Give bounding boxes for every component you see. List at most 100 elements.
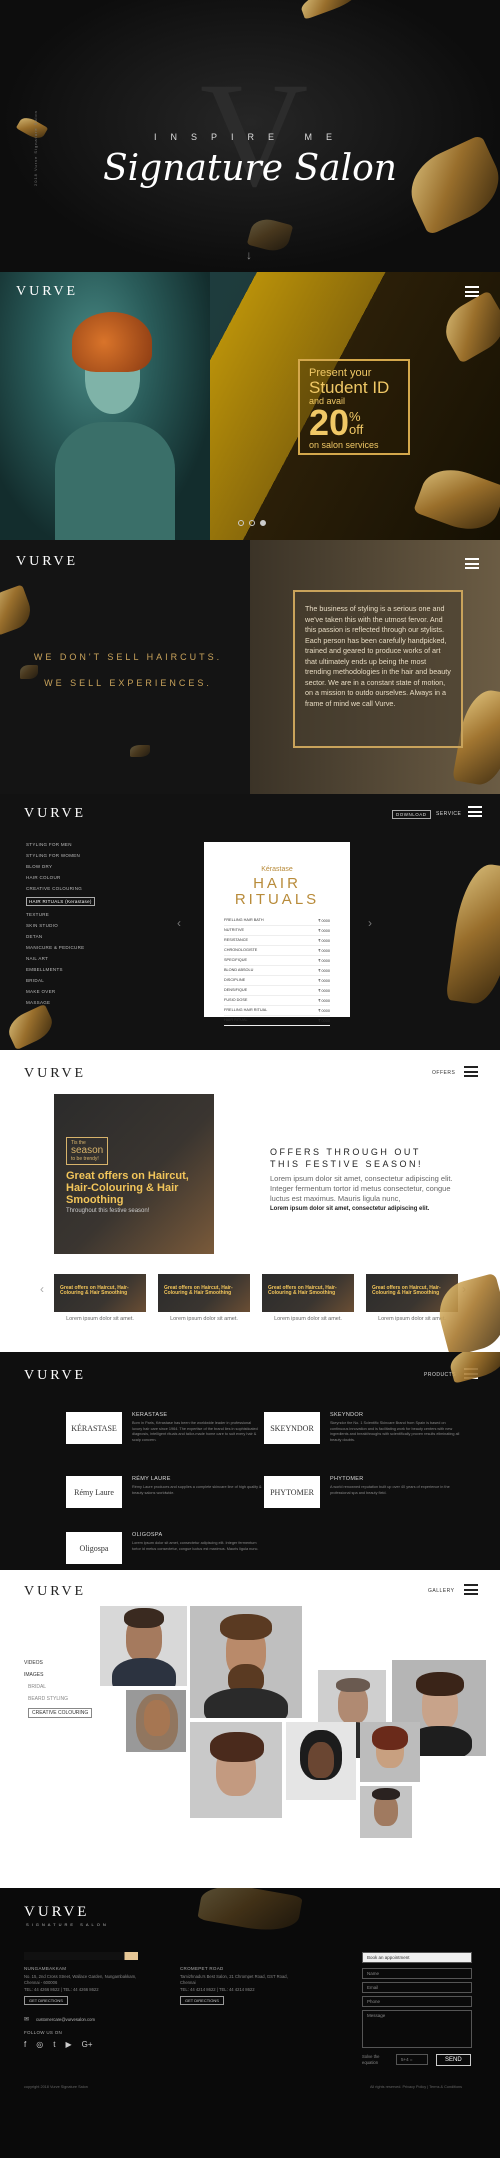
- menu-item-name: HAIR RITUAL: [224, 1018, 248, 1022]
- prev-arrow-icon[interactable]: ‹: [177, 916, 181, 930]
- service-item[interactable]: NAIL ART: [26, 956, 95, 961]
- logo-subtitle: SIGNATURE SALON: [26, 1922, 109, 1927]
- follow-label: FOLLOW US ON: [24, 2030, 63, 2035]
- gallery-photo[interactable]: [190, 1606, 302, 1718]
- service-item[interactable]: BLOW DRY: [26, 864, 95, 869]
- vurve-logo[interactable]: VURVE: [24, 1904, 89, 1921]
- menu-price-row: BLOND ABSOLU ₹ 0000: [224, 966, 330, 976]
- menu-price-row: FRELLING HAIR BATH ₹ 0000: [224, 916, 330, 926]
- service-item[interactable]: MANICURE & PEDICURE: [26, 945, 95, 950]
- section-label: SERVICE: [436, 811, 462, 817]
- offer-thumbnail[interactable]: Great offers on Haircut, Hair-Colouring …: [262, 1274, 354, 1322]
- gallery-filter-creative[interactable]: CREATIVE COLOURING: [28, 1708, 93, 1718]
- prev-arrow-icon[interactable]: ‹: [40, 1282, 44, 1296]
- send-button[interactable]: SEND: [436, 2054, 471, 2066]
- offer-banner-image[interactable]: Tis the season to be trendy! Great offers …: [54, 1094, 214, 1254]
- offer-banner-headline: Great offers on Haircut, Hair-Colouring …: [66, 1170, 189, 1206]
- next-arrow-icon[interactable]: ›: [368, 916, 372, 930]
- service-item[interactable]: DETAN: [26, 934, 95, 939]
- phone-field[interactable]: Phone: [362, 1996, 472, 2007]
- services-section: VURVE DOWNLOAD SERVICE STYLING FOR MEN ST…: [0, 794, 500, 1050]
- service-item[interactable]: SKIN STUDIO: [26, 923, 95, 928]
- offer-thumbnail-text: Great offers on Haircut, Hair-Colouring …: [60, 1285, 129, 1296]
- download-button[interactable]: DOWNLOAD: [392, 810, 431, 819]
- offer-line: Student ID: [309, 378, 390, 397]
- service-item[interactable]: CREATIVE COLOURING: [26, 886, 95, 891]
- gold-swirl-decoration: [130, 745, 150, 757]
- menu-price-row: DENSIFIQUE ₹ 0000: [224, 986, 330, 996]
- offer-percent: 20: [309, 402, 350, 443]
- gallery-photo[interactable]: [360, 1722, 420, 1782]
- mail-icon: ✉: [24, 2017, 30, 2023]
- scroll-down-icon[interactable]: ↓: [246, 248, 252, 262]
- vurve-logo[interactable]: VURVE: [16, 284, 78, 300]
- vurve-logo[interactable]: VURVE: [24, 806, 86, 822]
- product-name: PHYTOMER: [330, 1476, 364, 1482]
- contact-email[interactable]: customercare@vurvesalon.com: [36, 2017, 95, 2023]
- menu-price-row: DISCIPLINE ₹ 0000: [224, 976, 330, 986]
- name-field[interactable]: Name: [362, 1968, 472, 1979]
- slider-dot[interactable]: [249, 520, 255, 526]
- service-item[interactable]: STYLING FOR MEN: [26, 842, 95, 847]
- service-item[interactable]: HAIR COLOUR: [26, 875, 95, 880]
- menu-icon[interactable]: [465, 558, 479, 569]
- menu-item-price: ₹ 0000: [318, 1009, 330, 1013]
- menu-icon[interactable]: [468, 806, 482, 817]
- menu-icon[interactable]: [464, 1584, 478, 1595]
- vurve-logo[interactable]: VURVE: [24, 1368, 86, 1384]
- hero-side-text: 2018 Vurve Signature Salon: [33, 110, 38, 186]
- gallery-filter-bridal[interactable]: BRIDAL: [28, 1684, 92, 1690]
- email-field[interactable]: Email: [362, 1982, 472, 1993]
- section-label: OFFERS: [432, 1070, 456, 1076]
- vurve-logo[interactable]: VURVE: [24, 1584, 86, 1600]
- captcha-field[interactable]: 5+4 =: [396, 2054, 428, 2065]
- slider-dot[interactable]: [260, 520, 266, 526]
- rights-text: All rights reserved. Privacy Policy | Te…: [370, 2085, 463, 2089]
- menu-price-row: FUSIO DOSE ₹ 0000: [224, 996, 330, 1006]
- vurve-logo[interactable]: VURVE: [16, 554, 78, 570]
- menu-icon[interactable]: [464, 1066, 478, 1077]
- google-plus-icon[interactable]: G+: [82, 2040, 93, 2049]
- social-links: f ◎ t ▶ G+: [24, 2040, 93, 2049]
- services-list: STYLING FOR MEN STYLING FOR WOMEN BLOW DRY…: [26, 842, 95, 1005]
- menu-icon[interactable]: [465, 286, 479, 297]
- menu-item-name: BLOND ABSOLU: [224, 968, 254, 972]
- gallery-filter-beard[interactable]: BEARD STYLING: [28, 1696, 92, 1702]
- instagram-icon[interactable]: ◎: [36, 2040, 43, 2049]
- service-item[interactable]: MASSAGE: [26, 1000, 95, 1005]
- gallery-photo[interactable]: [286, 1722, 356, 1800]
- gallery-filter-images[interactable]: IMAGES: [24, 1672, 92, 1678]
- offer-thumbnail[interactable]: Great offers on Haircut, Hair-Colouring …: [54, 1274, 146, 1322]
- student-offer-box: Present your Student ID and avail 20% off…: [298, 359, 410, 455]
- message-field[interactable]: Message: [362, 2010, 472, 2048]
- get-directions-button[interactable]: GET DIRECTIONS: [24, 1996, 68, 2005]
- twitter-icon[interactable]: t: [53, 2040, 55, 2049]
- facebook-icon[interactable]: f: [24, 2040, 26, 2049]
- gallery-photo[interactable]: [360, 1786, 412, 1838]
- service-item[interactable]: STYLING FOR WOMEN: [26, 853, 95, 858]
- offer-thumbnail-image: Great offers on Haircut, Hair-Colouring …: [262, 1274, 354, 1312]
- slider-dot[interactable]: [238, 520, 244, 526]
- service-item[interactable]: EMBELLMENTS: [26, 967, 95, 972]
- offer-thumbnail[interactable]: Great offers on Haircut, Hair-Colouring …: [158, 1274, 250, 1322]
- menu-card-brand: Kérastase: [261, 866, 293, 873]
- gallery-photo[interactable]: [190, 1722, 282, 1818]
- youtube-icon[interactable]: ▶: [65, 2040, 71, 2049]
- gallery-photo[interactable]: [100, 1606, 187, 1686]
- menu-item-name: FRELLING HAIR BATH: [224, 918, 264, 922]
- menu-item-name: CHRONOLOGISTE: [224, 948, 258, 952]
- service-item[interactable]: HAIR RITUALS (Kerastase): [26, 897, 95, 906]
- menu-price-list: FRELLING HAIR BATH ₹ 0000 NUTRITIVE ₹ 0000 R…: [224, 916, 330, 1026]
- vurve-logo[interactable]: VURVE: [24, 1066, 86, 1082]
- season-badge: Tis the season to be trendy!: [66, 1137, 109, 1165]
- service-item[interactable]: BRIDAL: [26, 978, 95, 983]
- product-description: Lorem ipsum dolor sit amet, consectetur …: [132, 1541, 259, 1551]
- service-item[interactable]: TEXTURE: [26, 912, 95, 917]
- service-item[interactable]: MAKE OVER: [26, 989, 95, 994]
- menu-price-row: NUTRITIVE ₹ 0000: [224, 926, 330, 936]
- get-directions-button[interactable]: GET DIRECTIONS: [180, 1996, 224, 2005]
- appointment-select[interactable]: Book an appointment: [362, 1952, 472, 1963]
- gallery-photo[interactable]: [126, 1690, 186, 1752]
- gallery-filter-videos[interactable]: VIDEOS: [24, 1660, 92, 1666]
- menu-price-row: SPECIFIQUE ₹ 0000: [224, 956, 330, 966]
